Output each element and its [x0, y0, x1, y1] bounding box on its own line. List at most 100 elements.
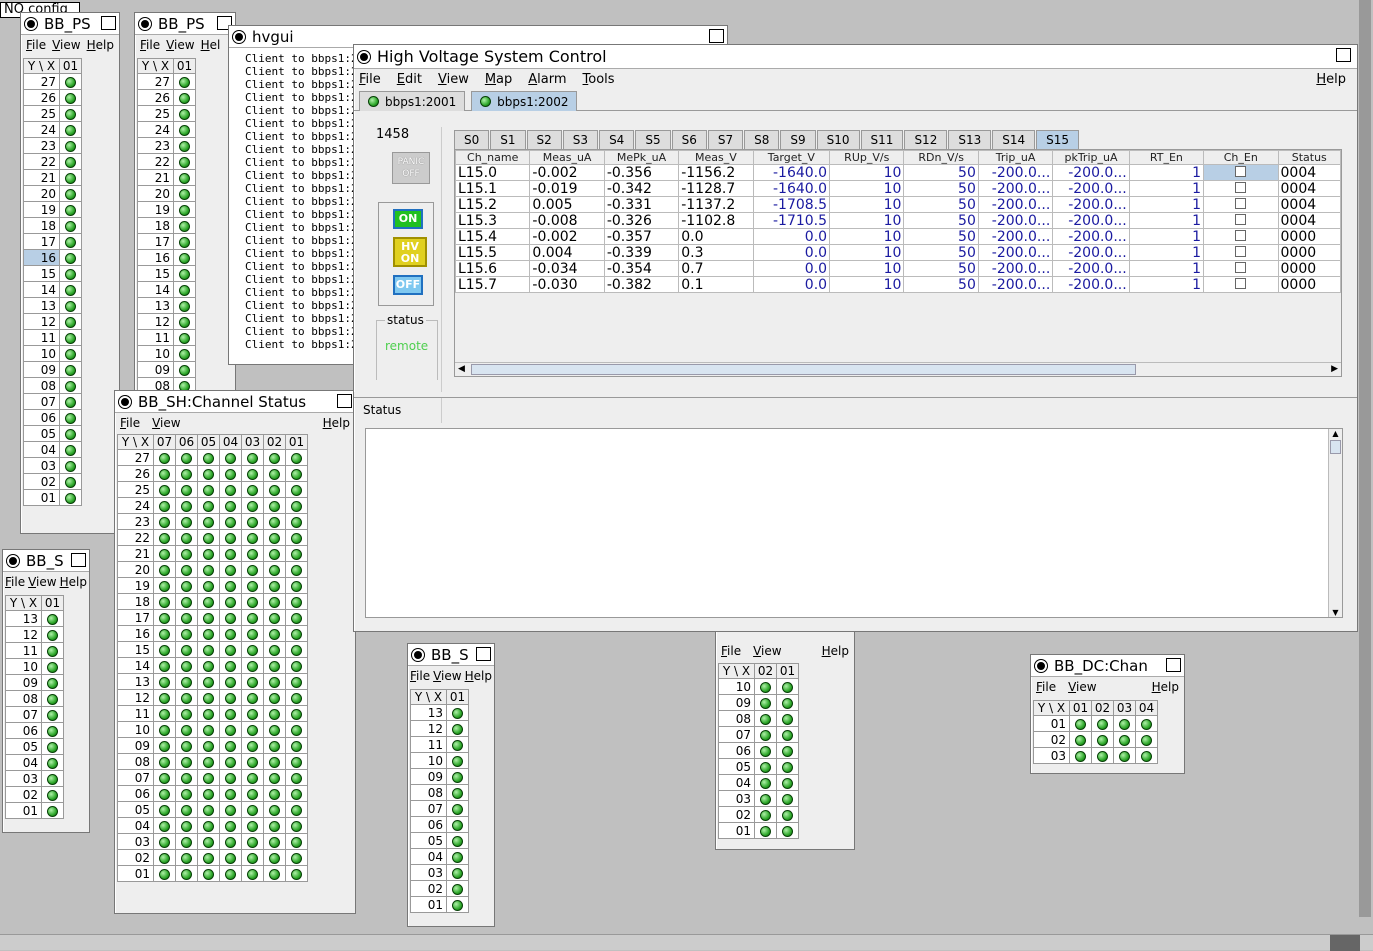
maximize-icon[interactable] — [337, 394, 352, 408]
channel-led-cell[interactable] — [285, 849, 308, 866]
channel-led-cell[interactable] — [153, 625, 176, 642]
channel-led-cell[interactable] — [197, 657, 220, 674]
table-cell[interactable]: 0004 — [1277, 164, 1341, 181]
channel-led-cell[interactable] — [173, 249, 196, 266]
table-cell[interactable]: 10 — [829, 260, 905, 277]
table-cell[interactable]: -0.002 — [529, 228, 605, 245]
channel-led-cell[interactable] — [446, 768, 469, 785]
channel-led-cell[interactable] — [153, 449, 176, 466]
table-cell[interactable]: -0.008 — [529, 212, 605, 229]
channel-led-cell[interactable] — [59, 377, 82, 394]
channel-led-cell[interactable] — [754, 758, 777, 775]
channel-led-cell[interactable] — [241, 545, 264, 562]
channel-led-cell[interactable] — [175, 801, 198, 818]
channel-led-cell[interactable] — [175, 721, 198, 738]
channel-led-cell[interactable] — [173, 105, 196, 122]
channel-led-cell[interactable] — [219, 689, 242, 706]
channel-led-cell[interactable] — [175, 545, 198, 562]
channel-led-cell[interactable] — [153, 641, 176, 658]
channel-led-cell[interactable] — [241, 785, 264, 802]
menu-file[interactable]: File — [1036, 680, 1056, 694]
channel-led-cell[interactable] — [285, 497, 308, 514]
channel-led-cell[interactable] — [197, 465, 220, 482]
scroll-thumb[interactable] — [1330, 440, 1341, 454]
maximize-icon[interactable] — [101, 16, 116, 30]
table-cell[interactable]: -0.034 — [529, 260, 605, 277]
table-cell[interactable]: -1710.5 — [752, 212, 831, 229]
table-cell[interactable]: 50 — [903, 276, 979, 293]
ch-en-checkbox[interactable] — [1235, 261, 1247, 273]
channel-led-cell[interactable] — [59, 361, 82, 378]
channel-led-cell[interactable] — [446, 704, 469, 721]
table-cell[interactable]: 1 — [1128, 260, 1205, 277]
channel-led-cell[interactable] — [219, 657, 242, 674]
table-cell[interactable]: 50 — [903, 180, 979, 197]
channel-led-cell[interactable] — [263, 625, 286, 642]
channel-led-cell[interactable] — [263, 593, 286, 610]
channel-led-cell[interactable] — [219, 593, 242, 610]
status-textarea[interactable]: ▲ ▼ — [365, 428, 1343, 618]
maximize-icon[interactable] — [71, 553, 86, 567]
channel-led-cell[interactable] — [173, 185, 196, 202]
table-cell[interactable]: -0.019 — [529, 180, 605, 197]
tab-slot-s3[interactable]: S3 — [562, 130, 599, 149]
channel-led-cell[interactable] — [219, 833, 242, 850]
channel-led-cell[interactable] — [219, 817, 242, 834]
table-cell[interactable]: -200.0... — [977, 212, 1054, 229]
channel-led-cell[interactable] — [263, 753, 286, 770]
table-cell[interactable]: -200.0... — [1052, 180, 1130, 197]
ps1-titlebar[interactable]: BB_PS — [21, 13, 119, 35]
channel-led-cell[interactable] — [776, 726, 799, 743]
channel-led-cell[interactable] — [1091, 731, 1114, 748]
channel-led-cell[interactable] — [173, 329, 196, 346]
channel-led-cell[interactable] — [153, 753, 176, 770]
channel-led-cell[interactable] — [59, 249, 82, 266]
channel-led-cell[interactable] — [173, 233, 196, 250]
channel-led-cell[interactable] — [153, 561, 176, 578]
window-menu-icon[interactable] — [233, 30, 245, 43]
channel-led-cell[interactable] — [41, 674, 64, 691]
table-row[interactable]: L15.0 -0.002 -0.356 -1156.2 -1640.0 10 50 -200.… — [454, 164, 1341, 181]
table-cell[interactable]: 1 — [1128, 228, 1205, 245]
channel-led-cell[interactable] — [197, 449, 220, 466]
table-cell[interactable]: 10 — [829, 228, 905, 245]
table-cell[interactable]: 0.7 — [678, 260, 754, 277]
channel-led-cell[interactable] — [173, 73, 196, 90]
channel-led-cell[interactable] — [219, 465, 242, 482]
channel-led-cell[interactable] — [241, 513, 264, 530]
channel-led-cell[interactable] — [285, 625, 308, 642]
channel-led-cell[interactable] — [285, 641, 308, 658]
table-cell[interactable]: 10 — [829, 164, 905, 181]
channel-led-cell[interactable] — [446, 896, 469, 913]
channel-led-cell[interactable] — [59, 457, 82, 474]
channel-led-cell[interactable] — [285, 593, 308, 610]
menu-help[interactable]: Help — [60, 575, 87, 589]
channel-led-cell[interactable] — [219, 737, 242, 754]
scroll-thumb[interactable] — [471, 364, 1136, 375]
table-cell[interactable]: 50 — [903, 260, 979, 277]
channel-led-cell[interactable] — [285, 449, 308, 466]
table-cell[interactable]: -1640.0 — [752, 180, 831, 197]
menu-file[interactable]: File — [410, 669, 430, 683]
channel-led-cell[interactable] — [219, 561, 242, 578]
tab-slot-s10[interactable]: S10 — [816, 130, 860, 149]
channel-led-cell[interactable] — [197, 545, 220, 562]
channel-led-cell[interactable] — [1135, 747, 1158, 764]
table-cell[interactable]: 0004 — [1277, 180, 1341, 197]
channel-led-cell[interactable] — [175, 465, 198, 482]
ch-en-checkbox-cell[interactable] — [1203, 196, 1279, 213]
menu-view[interactable]: View — [52, 38, 80, 52]
channel-led-cell[interactable] — [175, 737, 198, 754]
menu-help[interactable]: Help — [1152, 680, 1179, 694]
channel-led-cell[interactable] — [776, 678, 799, 695]
channel-led-cell[interactable] — [241, 497, 264, 514]
channel-led-cell[interactable] — [41, 786, 64, 803]
channel-led-cell[interactable] — [197, 641, 220, 658]
channel-led-cell[interactable] — [285, 769, 308, 786]
channel-led-cell[interactable] — [776, 774, 799, 791]
channel-led-cell[interactable] — [263, 801, 286, 818]
table-cell[interactable]: L15.7 — [454, 276, 531, 293]
channel-led-cell[interactable] — [285, 785, 308, 802]
table-row[interactable]: L15.6 -0.034 -0.354 0.7 0.0 10 50 -200.0... -200… — [454, 260, 1341, 277]
channel-led-cell[interactable] — [1069, 715, 1092, 732]
